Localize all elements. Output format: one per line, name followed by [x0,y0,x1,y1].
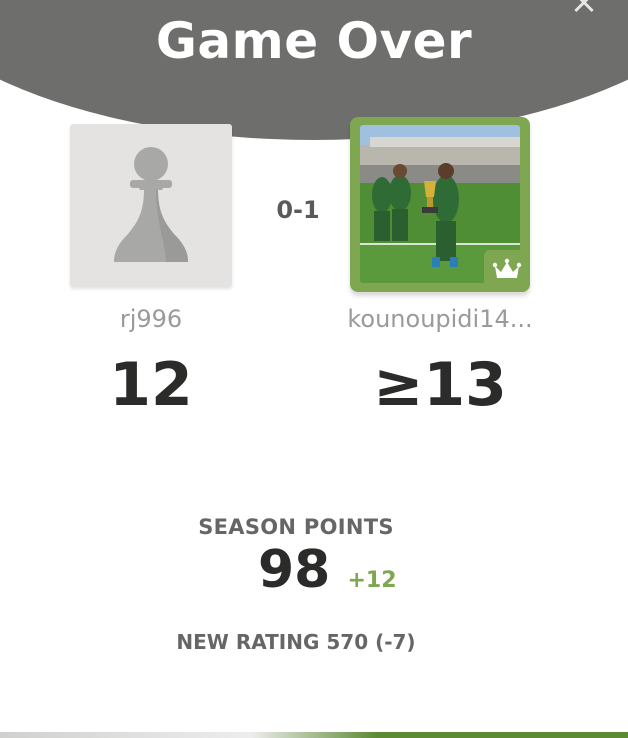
player-right-avatar[interactable] [350,117,530,292]
match-result: 0-1 [276,196,320,224]
season-points-delta: +12 [347,568,397,593]
footer-divider [0,732,628,738]
season-points-label: SEASON POINTS [198,515,394,539]
player-left-score: 12 [109,350,193,420]
new-rating-text: NEW RATING 570 (-7) [176,630,416,654]
player-right-username[interactable]: kounoupidi14... [330,305,550,333]
close-icon: × [569,0,599,22]
season-points-value: 98 [258,540,331,600]
modal-title: Game Over [155,12,473,70]
crown-icon [492,258,522,278]
player-left-avatar[interactable] [70,124,232,286]
close-button[interactable]: × [568,0,600,19]
pawn-icon [114,147,188,262]
player-right-score: ≥13 [373,350,507,420]
game-over-modal: Game Over × 0-1 rj996 kounoupidi14... 12… [0,0,628,738]
player-left-username[interactable]: rj996 [50,305,252,333]
winner-crown-badge [484,250,530,292]
season-points-row: 98 +12 [258,540,397,610]
